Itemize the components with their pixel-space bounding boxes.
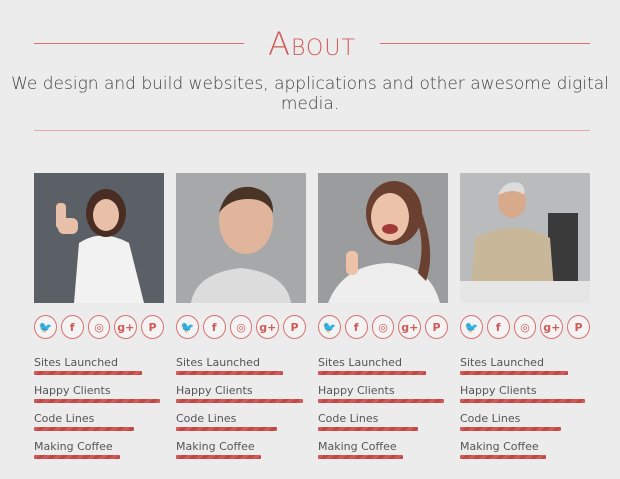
stat-happy-clients: Happy Clients	[176, 383, 306, 411]
member-photo	[34, 173, 164, 303]
twitter-icon[interactable]: 🐦	[34, 315, 57, 339]
progress-bar	[34, 399, 161, 403]
skill-stats: Sites Launched Happy Clients Code Lines …	[34, 355, 164, 467]
page-title: About	[268, 25, 356, 63]
pinterest-icon[interactable]: P	[567, 315, 590, 339]
progress-bar	[34, 427, 135, 431]
progress-bar	[318, 371, 426, 375]
stat-happy-clients: Happy Clients	[34, 383, 164, 411]
stat-code-lines: Code Lines	[460, 411, 590, 439]
social-links: 🐦 f ◎ g+ P	[460, 315, 590, 341]
stat-making-coffee: Making Coffee	[460, 439, 590, 467]
pinterest-icon[interactable]: P	[283, 315, 306, 339]
progress-bar	[460, 455, 546, 459]
dribbble-icon[interactable]: ◎	[371, 315, 395, 339]
about-heading: About	[34, 22, 590, 66]
twitter-icon[interactable]: 🐦	[176, 315, 199, 339]
member-photo	[318, 173, 448, 303]
team-member-4: 🐦 f ◎ g+ P Sites Launched Happy Clients …	[460, 173, 590, 467]
stat-sites-launched: Sites Launched	[460, 355, 590, 383]
team-member-2: 🐦 f ◎ g+ P Sites Launched Happy Clients …	[176, 173, 306, 467]
social-links: 🐦 f ◎ g+ P	[318, 315, 448, 341]
google-plus-icon[interactable]: g+	[540, 315, 564, 339]
team-section: 🐦 f ◎ g+ P Sites Launched Happy Clients …	[34, 173, 590, 473]
social-links: 🐦 f ◎ g+ P	[34, 315, 164, 341]
facebook-icon[interactable]: f	[202, 315, 226, 339]
stat-making-coffee: Making Coffee	[34, 439, 164, 467]
member-photo-art	[460, 173, 590, 303]
dribbble-icon[interactable]: ◎	[229, 315, 253, 339]
team-member-1: 🐦 f ◎ g+ P Sites Launched Happy Clients …	[34, 173, 164, 467]
progress-bar	[460, 427, 562, 431]
facebook-icon[interactable]: f	[344, 315, 368, 339]
google-plus-icon[interactable]: g+	[398, 315, 422, 339]
twitter-icon[interactable]: 🐦	[460, 315, 483, 339]
progress-bar	[176, 399, 304, 403]
progress-bar	[460, 399, 585, 403]
stat-sites-launched: Sites Launched	[318, 355, 448, 383]
stat-code-lines: Code Lines	[176, 411, 306, 439]
dribbble-icon[interactable]: ◎	[87, 315, 111, 339]
member-photo	[460, 173, 590, 303]
pinterest-icon[interactable]: P	[141, 315, 164, 339]
skill-stats: Sites Launched Happy Clients Code Lines …	[318, 355, 448, 467]
social-links: 🐦 f ◎ g+ P	[176, 315, 306, 341]
member-photo-art	[318, 173, 448, 303]
dribbble-icon[interactable]: ◎	[513, 315, 537, 339]
member-photo	[176, 173, 306, 303]
skill-stats: Sites Launched Happy Clients Code Lines …	[176, 355, 306, 467]
stat-sites-launched: Sites Launched	[34, 355, 164, 383]
google-plus-icon[interactable]: g+	[256, 315, 280, 339]
stat-making-coffee: Making Coffee	[318, 439, 448, 467]
progress-bar	[318, 455, 403, 459]
heading-line-right	[380, 43, 590, 44]
progress-bar	[176, 455, 261, 459]
tagline: We design and build websites, applicatio…	[11, 74, 609, 114]
facebook-icon[interactable]: f	[486, 315, 510, 339]
progress-bar	[318, 427, 419, 431]
skill-stats: Sites Launched Happy Clients Code Lines …	[460, 355, 590, 467]
stat-sites-launched: Sites Launched	[176, 355, 306, 383]
member-photo-art	[176, 173, 306, 303]
progress-bar	[176, 371, 283, 375]
team-member-3: 🐦 f ◎ g+ P Sites Launched Happy Clients …	[318, 173, 448, 467]
progress-bar	[460, 371, 568, 375]
google-plus-icon[interactable]: g+	[114, 315, 138, 339]
progress-bar	[318, 399, 445, 403]
stat-code-lines: Code Lines	[34, 411, 164, 439]
stat-happy-clients: Happy Clients	[318, 383, 448, 411]
progress-bar	[34, 371, 142, 375]
stat-making-coffee: Making Coffee	[176, 439, 306, 467]
twitter-icon[interactable]: 🐦	[318, 315, 341, 339]
stat-code-lines: Code Lines	[318, 411, 448, 439]
pinterest-icon[interactable]: P	[425, 315, 448, 339]
facebook-icon[interactable]: f	[60, 315, 84, 339]
stat-happy-clients: Happy Clients	[460, 383, 590, 411]
progress-bar	[176, 427, 278, 431]
section-divider	[34, 130, 590, 131]
progress-bar	[34, 455, 120, 459]
member-photo-art	[34, 173, 164, 303]
